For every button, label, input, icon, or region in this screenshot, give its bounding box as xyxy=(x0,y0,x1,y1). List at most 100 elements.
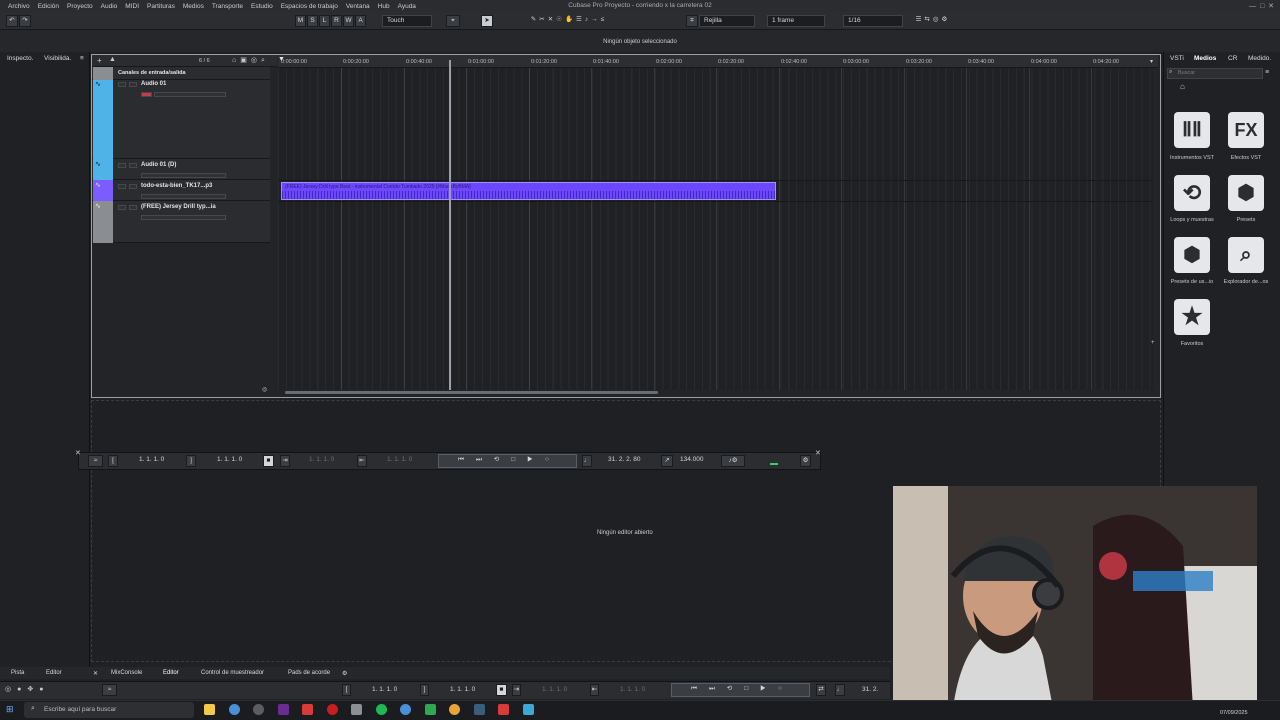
piano-keys-icon[interactable]: ⅡⅡ xyxy=(1174,112,1210,148)
frame-select[interactable]: 1 frame xyxy=(767,15,825,27)
track-controls[interactable] xyxy=(141,173,226,178)
read-mode-button[interactable]: R xyxy=(331,15,342,27)
premiere-icon[interactable] xyxy=(278,704,289,715)
mute-button[interactable] xyxy=(118,163,126,168)
right-locator-display[interactable]: 1. 1. 1. 0 xyxy=(450,686,475,693)
punch-out-display[interactable]: 1. 1. 1. 0 xyxy=(387,456,412,463)
browser-icon[interactable] xyxy=(400,704,411,715)
user-presets-icon[interactable]: ⬢ xyxy=(1174,237,1210,273)
cubase-icon[interactable] xyxy=(498,704,509,715)
media-search-input[interactable]: Buscar xyxy=(1167,68,1263,79)
grid-type-select[interactable]: Rejilla xyxy=(699,15,755,27)
punch-out-display[interactable]: 1. 1. 1. 0 xyxy=(620,686,645,693)
record-enable-button[interactable] xyxy=(141,92,152,97)
close-icon[interactable]: ✕ xyxy=(75,449,81,457)
track-list-tools[interactable]: ⌂▣◎⌕ xyxy=(232,56,269,65)
position-display[interactable]: 31. 2. 2. 80 xyxy=(608,456,641,463)
mute-button[interactable] xyxy=(118,82,126,87)
tab-editor[interactable]: Editor xyxy=(46,670,62,676)
status-icons[interactable]: ◎●✥● xyxy=(5,685,49,693)
close-icon[interactable]: ✕ xyxy=(815,449,821,457)
tab-chord-pads[interactable]: Pads de acorde xyxy=(288,670,330,676)
menu-edicion[interactable]: Edición xyxy=(38,3,59,10)
metronome-toggle[interactable]: ♪⚙ xyxy=(721,455,745,467)
undo-icon[interactable]: ↶ xyxy=(6,15,18,27)
solo-button[interactable] xyxy=(129,205,137,210)
tab-editor-lower[interactable]: Editor xyxy=(163,670,179,676)
metronome-icon[interactable]: ♩ xyxy=(835,684,845,696)
star-icon[interactable]: ★ xyxy=(1174,299,1210,335)
menu-proyecto[interactable]: Proyecto xyxy=(67,3,93,10)
loop-icon[interactable]: ⟲ xyxy=(1174,175,1210,211)
track-controls[interactable] xyxy=(154,92,226,97)
redo-icon[interactable]: ↷ xyxy=(19,15,31,27)
project-cursor[interactable] xyxy=(449,60,451,390)
tab-inspector[interactable]: Inspecto. xyxy=(7,55,33,62)
audio-input-icon[interactable]: ≈ xyxy=(88,455,103,467)
menu-medios[interactable]: Medios xyxy=(183,3,204,10)
mute-button[interactable] xyxy=(118,184,126,189)
app-icon[interactable] xyxy=(351,704,362,715)
spotify-icon[interactable] xyxy=(376,704,387,715)
solo-mode-button[interactable]: S xyxy=(307,15,318,27)
position-display[interactable]: 31. 2. xyxy=(862,686,878,693)
mute-mode-button[interactable]: M xyxy=(295,15,306,27)
taskbar-search[interactable]: ⌕ Escribe aquí para buscar xyxy=(24,702,194,718)
menu-ayuda[interactable]: Ayuda xyxy=(398,3,416,10)
explorer-icon[interactable]: ⌕ xyxy=(1228,237,1264,273)
menu-hub[interactable]: Hub xyxy=(378,3,390,10)
close-icon[interactable]: ✕ xyxy=(93,670,98,677)
lock-icon[interactable]: ■ xyxy=(496,684,507,696)
menu-midi[interactable]: MIDI xyxy=(125,3,139,10)
punch-in-display[interactable]: 1. 1. 1. 0 xyxy=(309,456,334,463)
solo-button[interactable] xyxy=(129,184,137,189)
snap-icon[interactable]: ⌖ xyxy=(446,15,460,27)
tab-medidores[interactable]: Medido. xyxy=(1248,55,1271,62)
left-locator-icon[interactable]: [ xyxy=(342,684,351,696)
tab-cr[interactable]: CR xyxy=(1228,55,1237,62)
window-controls[interactable]: — □ ✕ xyxy=(1249,2,1274,10)
left-locator-display[interactable]: 1. 1. 1. 0 xyxy=(139,456,164,463)
opera-icon[interactable] xyxy=(327,704,338,715)
tab-visibility[interactable]: Visibilida. xyxy=(44,55,71,62)
automation-button[interactable]: A xyxy=(355,15,366,27)
gear-icon[interactable]: ⚙ xyxy=(342,670,347,677)
grid-icon[interactable]: ⌗ xyxy=(686,15,698,27)
chrome-icon[interactable] xyxy=(449,704,460,715)
punch-in-icon[interactable]: ⇥ xyxy=(280,455,290,467)
menu-audio[interactable]: Audio xyxy=(101,3,118,10)
quantize-select[interactable]: 1/16 xyxy=(843,15,903,27)
add-track-icon[interactable]: + xyxy=(97,56,102,65)
toolbar-extra-icons[interactable]: ☰⇆◎⚙ xyxy=(906,15,960,27)
list-view-icon[interactable]: ≡ xyxy=(1265,69,1269,76)
zoom-vertical-icon[interactable]: + xyxy=(1151,340,1155,346)
track-presets-icon[interactable]: ▲ xyxy=(109,56,116,63)
solo-button[interactable] xyxy=(129,163,137,168)
tab-mixconsole[interactable]: MixConsole xyxy=(111,670,142,676)
menu-transporte[interactable]: Transporte xyxy=(212,3,243,10)
track-name[interactable]: Audio 01 (D) xyxy=(141,162,176,168)
tab-sampler-control[interactable]: Control de muestreador xyxy=(201,670,264,676)
audio-event[interactable]: (FREE) Jersey Drill type Beat - instrume… xyxy=(281,182,776,200)
app-icon[interactable] xyxy=(523,704,534,715)
punch-in-display[interactable]: 1. 1. 1. 0 xyxy=(542,686,567,693)
tempo-display[interactable]: 134.000 xyxy=(680,456,704,463)
right-locator-icon[interactable]: ] xyxy=(420,684,429,696)
menu-estudio[interactable]: Estudio xyxy=(251,3,273,10)
ruler-menu-icon[interactable]: ▾ xyxy=(1150,58,1153,65)
transport-buttons[interactable]: ⏮⏭⟲□▶○ xyxy=(438,454,577,468)
track-controls[interactable] xyxy=(141,215,226,220)
punch-in-icon[interactable]: ⇥ xyxy=(512,684,521,696)
tab-medios[interactable]: Medios xyxy=(1194,55,1216,62)
mute-button[interactable] xyxy=(118,205,126,210)
cubase-icon[interactable] xyxy=(302,704,313,715)
track-name[interactable]: (FREE) Jersey Drill typ...ia xyxy=(141,204,216,210)
write-mode-button[interactable]: W xyxy=(343,15,354,27)
track-name[interactable]: todo-esta-bien_TK17...p3 xyxy=(141,183,212,189)
tempo-track-icon[interactable]: ↗ xyxy=(661,455,673,467)
tab-pista[interactable]: Pista xyxy=(11,670,24,676)
right-locator-icon[interactable]: ] xyxy=(186,455,196,467)
track-name[interactable]: Audio 01 xyxy=(141,81,166,87)
punch-out-icon[interactable]: ⇤ xyxy=(357,455,367,467)
home-icon[interactable]: ⌂ xyxy=(1180,82,1185,91)
